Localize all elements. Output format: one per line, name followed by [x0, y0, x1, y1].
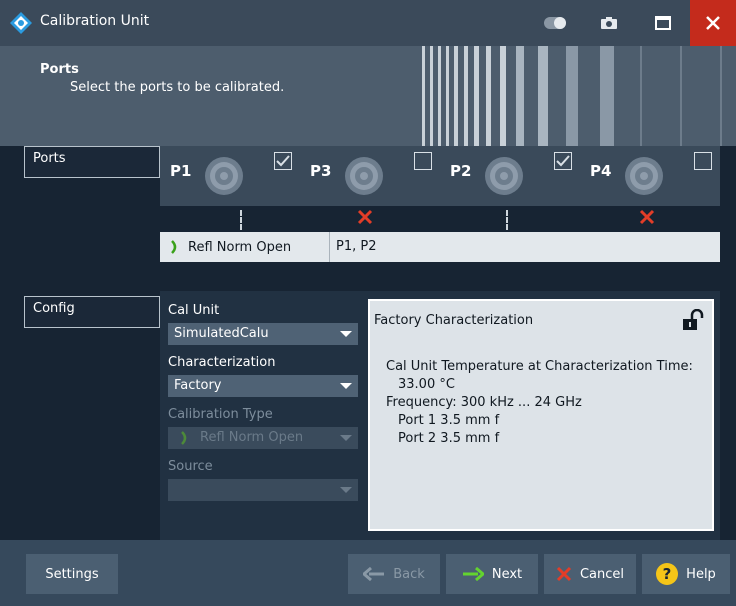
cancel-label: Cancel — [579, 566, 625, 582]
cancel-button[interactable]: Cancel — [544, 554, 636, 594]
refl-norm-icon — [171, 240, 177, 254]
cal-unit-value: SimulatedCalu — [174, 326, 269, 341]
calibration-method-row[interactable]: Refl Norm Open P1, P2 — [160, 232, 720, 262]
port-checkbox[interactable] — [274, 152, 292, 170]
info-port2: Port 2 3.5 mm f — [398, 431, 500, 446]
chevron-down-icon — [340, 487, 352, 493]
sidebar-item-config[interactable]: Config — [24, 296, 160, 328]
next-button[interactable]: Next — [446, 554, 538, 594]
svg-text:?: ? — [663, 565, 672, 583]
method-ports: P1, P2 — [336, 239, 377, 254]
checkmark-icon — [556, 155, 570, 167]
back-label: Back — [393, 566, 425, 582]
connected-line — [240, 210, 242, 230]
checkmark-icon — [276, 155, 290, 167]
port-connector-icon — [485, 157, 523, 195]
maximize-icon[interactable] — [640, 0, 686, 46]
sidebar-item-label: Config — [33, 301, 75, 316]
app-logo-icon — [10, 12, 32, 34]
port-label: P4 — [590, 162, 612, 180]
sidebar-item-label: Ports — [33, 151, 66, 166]
header-description: Select the ports to be calibrated. — [70, 80, 285, 95]
unlock-icon[interactable] — [682, 309, 704, 331]
calibration-type-label: Calibration Type — [168, 407, 273, 422]
close-icon — [706, 16, 720, 30]
close-button[interactable] — [690, 0, 736, 46]
port-checkbox[interactable] — [414, 152, 432, 170]
port-connector-icon — [205, 157, 243, 195]
wizard-header: Ports Select the ports to be calibrated. — [0, 46, 736, 146]
source-label: Source — [168, 459, 213, 474]
help-button[interactable]: ? Help — [642, 554, 730, 594]
characterization-info-box: Factory Characterization Cal Unit Temper… — [368, 299, 714, 531]
title-bar: Calibration Unit — [0, 0, 736, 46]
not-connected-icon — [357, 209, 373, 225]
settings-label: Settings — [45, 566, 99, 582]
port-card-p2[interactable]: P2 — [440, 146, 580, 206]
window-title: Calibration Unit — [40, 13, 150, 29]
back-button[interactable]: Back — [348, 554, 440, 594]
not-connected-icon — [639, 209, 655, 225]
next-label: Next — [491, 566, 523, 582]
port-connector-icon — [625, 157, 663, 195]
port-connector-icon — [345, 157, 383, 195]
wizard-main: Ports Config P1 P3 P2 P4 Refl Norm Open … — [0, 146, 736, 540]
port-label: P2 — [450, 162, 472, 180]
header-decoration — [420, 46, 736, 146]
chevron-down-icon — [340, 435, 352, 441]
info-port1: Port 1 3.5 mm f — [398, 413, 500, 428]
characterization-dropdown[interactable]: Factory — [168, 375, 358, 397]
port-label: P1 — [170, 162, 192, 180]
port-card-p1[interactable]: P1 — [160, 146, 300, 206]
config-panel: Cal Unit SimulatedCalu Characterization … — [160, 291, 720, 540]
calibration-type-value: Refl Norm Open — [200, 430, 304, 445]
source-dropdown[interactable] — [168, 479, 358, 501]
settings-button[interactable]: Settings — [26, 554, 118, 594]
arrow-left-icon — [363, 567, 385, 581]
chevron-down-icon — [340, 383, 352, 389]
sidebar-item-ports[interactable]: Ports — [24, 146, 160, 178]
toggle-icon[interactable] — [532, 0, 578, 46]
method-name-cell: Refl Norm Open — [160, 232, 330, 262]
info-frequency: Frequency: 300 kHz ... 24 GHz — [386, 395, 582, 410]
close-icon — [556, 566, 572, 582]
ports-selector: P1 P3 P2 P4 — [160, 146, 720, 206]
arrow-right-icon — [462, 567, 484, 581]
camera-icon[interactable] — [586, 0, 632, 46]
info-temperature-label: Cal Unit Temperature at Characterization… — [386, 359, 693, 374]
cal-unit-dropdown[interactable]: SimulatedCalu — [168, 323, 358, 345]
calibration-type-dropdown[interactable]: Refl Norm Open — [168, 427, 358, 449]
help-icon: ? — [656, 563, 679, 585]
info-title: Factory Characterization — [374, 313, 534, 328]
port-checkbox[interactable] — [694, 152, 712, 170]
port-connection-status — [160, 206, 720, 232]
port-card-p3[interactable]: P3 — [300, 146, 440, 206]
header-title: Ports — [40, 62, 79, 77]
info-temperature-value: 33.00 °C — [398, 377, 455, 392]
wizard-footer: Settings Back Next Cancel ? Help — [0, 540, 736, 606]
connected-line — [506, 210, 508, 230]
port-checkbox[interactable] — [554, 152, 572, 170]
method-name: Refl Norm Open — [188, 239, 292, 255]
port-card-p4[interactable]: P4 — [580, 146, 720, 206]
cal-unit-label: Cal Unit — [168, 303, 220, 318]
characterization-label: Characterization — [168, 355, 276, 370]
characterization-value: Factory — [174, 378, 222, 393]
refl-norm-icon — [181, 431, 187, 445]
port-label: P3 — [310, 162, 332, 180]
help-label: Help — [686, 566, 716, 582]
chevron-down-icon — [340, 331, 352, 337]
